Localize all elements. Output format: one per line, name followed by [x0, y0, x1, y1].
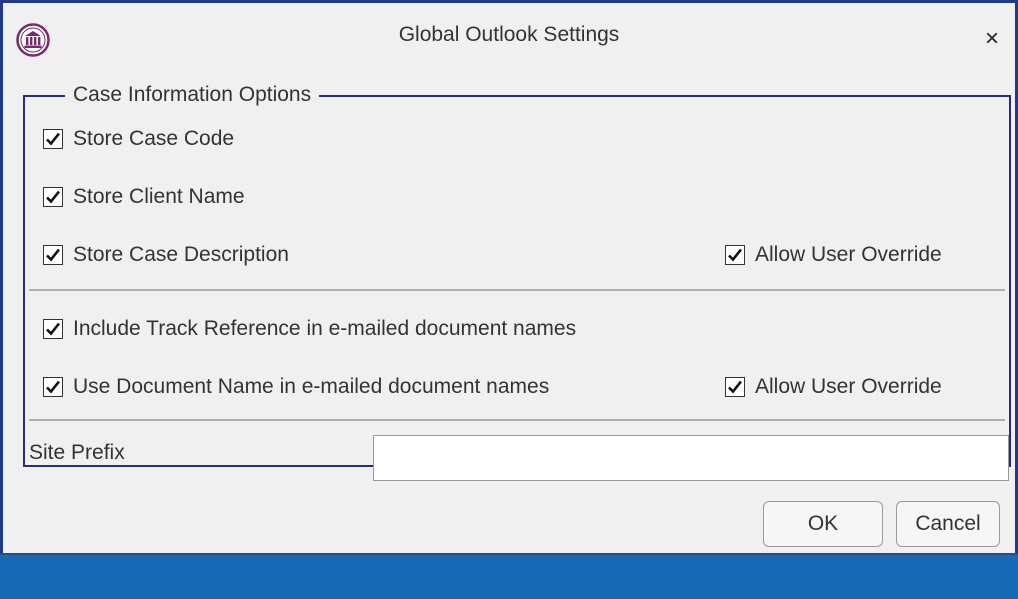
site-prefix-input[interactable]: [373, 435, 1009, 481]
ok-button[interactable]: OK: [763, 501, 883, 547]
checkbox-label: Include Track Reference in e-mailed docu…: [73, 317, 577, 340]
checkbox-box[interactable]: [43, 129, 63, 149]
checkbox-label: Use Document Name in e-mailed document n…: [73, 375, 550, 398]
use-document-name-checkbox[interactable]: Use Document Name in e-mailed document n…: [43, 375, 549, 399]
check-icon: [728, 248, 743, 262]
checkbox-box[interactable]: [43, 377, 63, 397]
checkbox-label: Store Case Code: [73, 127, 235, 150]
divider: [29, 289, 1005, 291]
checkbox-box[interactable]: [43, 187, 63, 207]
close-icon[interactable]: ×: [985, 27, 999, 51]
dialog-window: Global Outlook Settings × Case Informati…: [0, 0, 1018, 599]
case-information-options-group: Case Information Options Store Case Code…: [23, 83, 1011, 481]
site-prefix-label: Site Prefix: [29, 441, 125, 464]
group-legend: Case Information Options: [65, 83, 320, 107]
checkbox-box[interactable]: [43, 245, 63, 265]
window-title: Global Outlook Settings: [398, 23, 620, 46]
include-track-reference-checkbox[interactable]: Include Track Reference in e-mailed docu…: [43, 317, 576, 341]
footer-bar: [0, 555, 1018, 599]
checkbox-box[interactable]: [725, 377, 745, 397]
checkbox-label: Store Client Name: [73, 185, 245, 208]
check-icon: [46, 132, 61, 146]
store-client-name-checkbox[interactable]: Store Client Name: [43, 185, 245, 209]
checkbox-label: Allow User Override: [755, 375, 942, 398]
store-case-description-checkbox[interactable]: Store Case Description: [43, 243, 289, 267]
title-bar: Global Outlook Settings ×: [3, 3, 1015, 75]
check-icon: [46, 380, 61, 394]
checkbox-box[interactable]: [43, 319, 63, 339]
store-case-code-checkbox[interactable]: Store Case Code: [43, 127, 234, 151]
check-icon: [46, 190, 61, 204]
checkbox-box[interactable]: [725, 245, 745, 265]
allow-user-override-checkbox-1[interactable]: Allow User Override: [725, 243, 942, 267]
cancel-button[interactable]: Cancel: [896, 501, 1000, 547]
checkbox-label: Store Case Description: [73, 243, 289, 266]
check-icon: [46, 248, 61, 262]
check-icon: [728, 380, 743, 394]
checkbox-label: Allow User Override: [755, 243, 942, 266]
check-icon: [46, 322, 61, 336]
divider: [29, 419, 1005, 421]
allow-user-override-checkbox-2[interactable]: Allow User Override: [725, 375, 942, 399]
